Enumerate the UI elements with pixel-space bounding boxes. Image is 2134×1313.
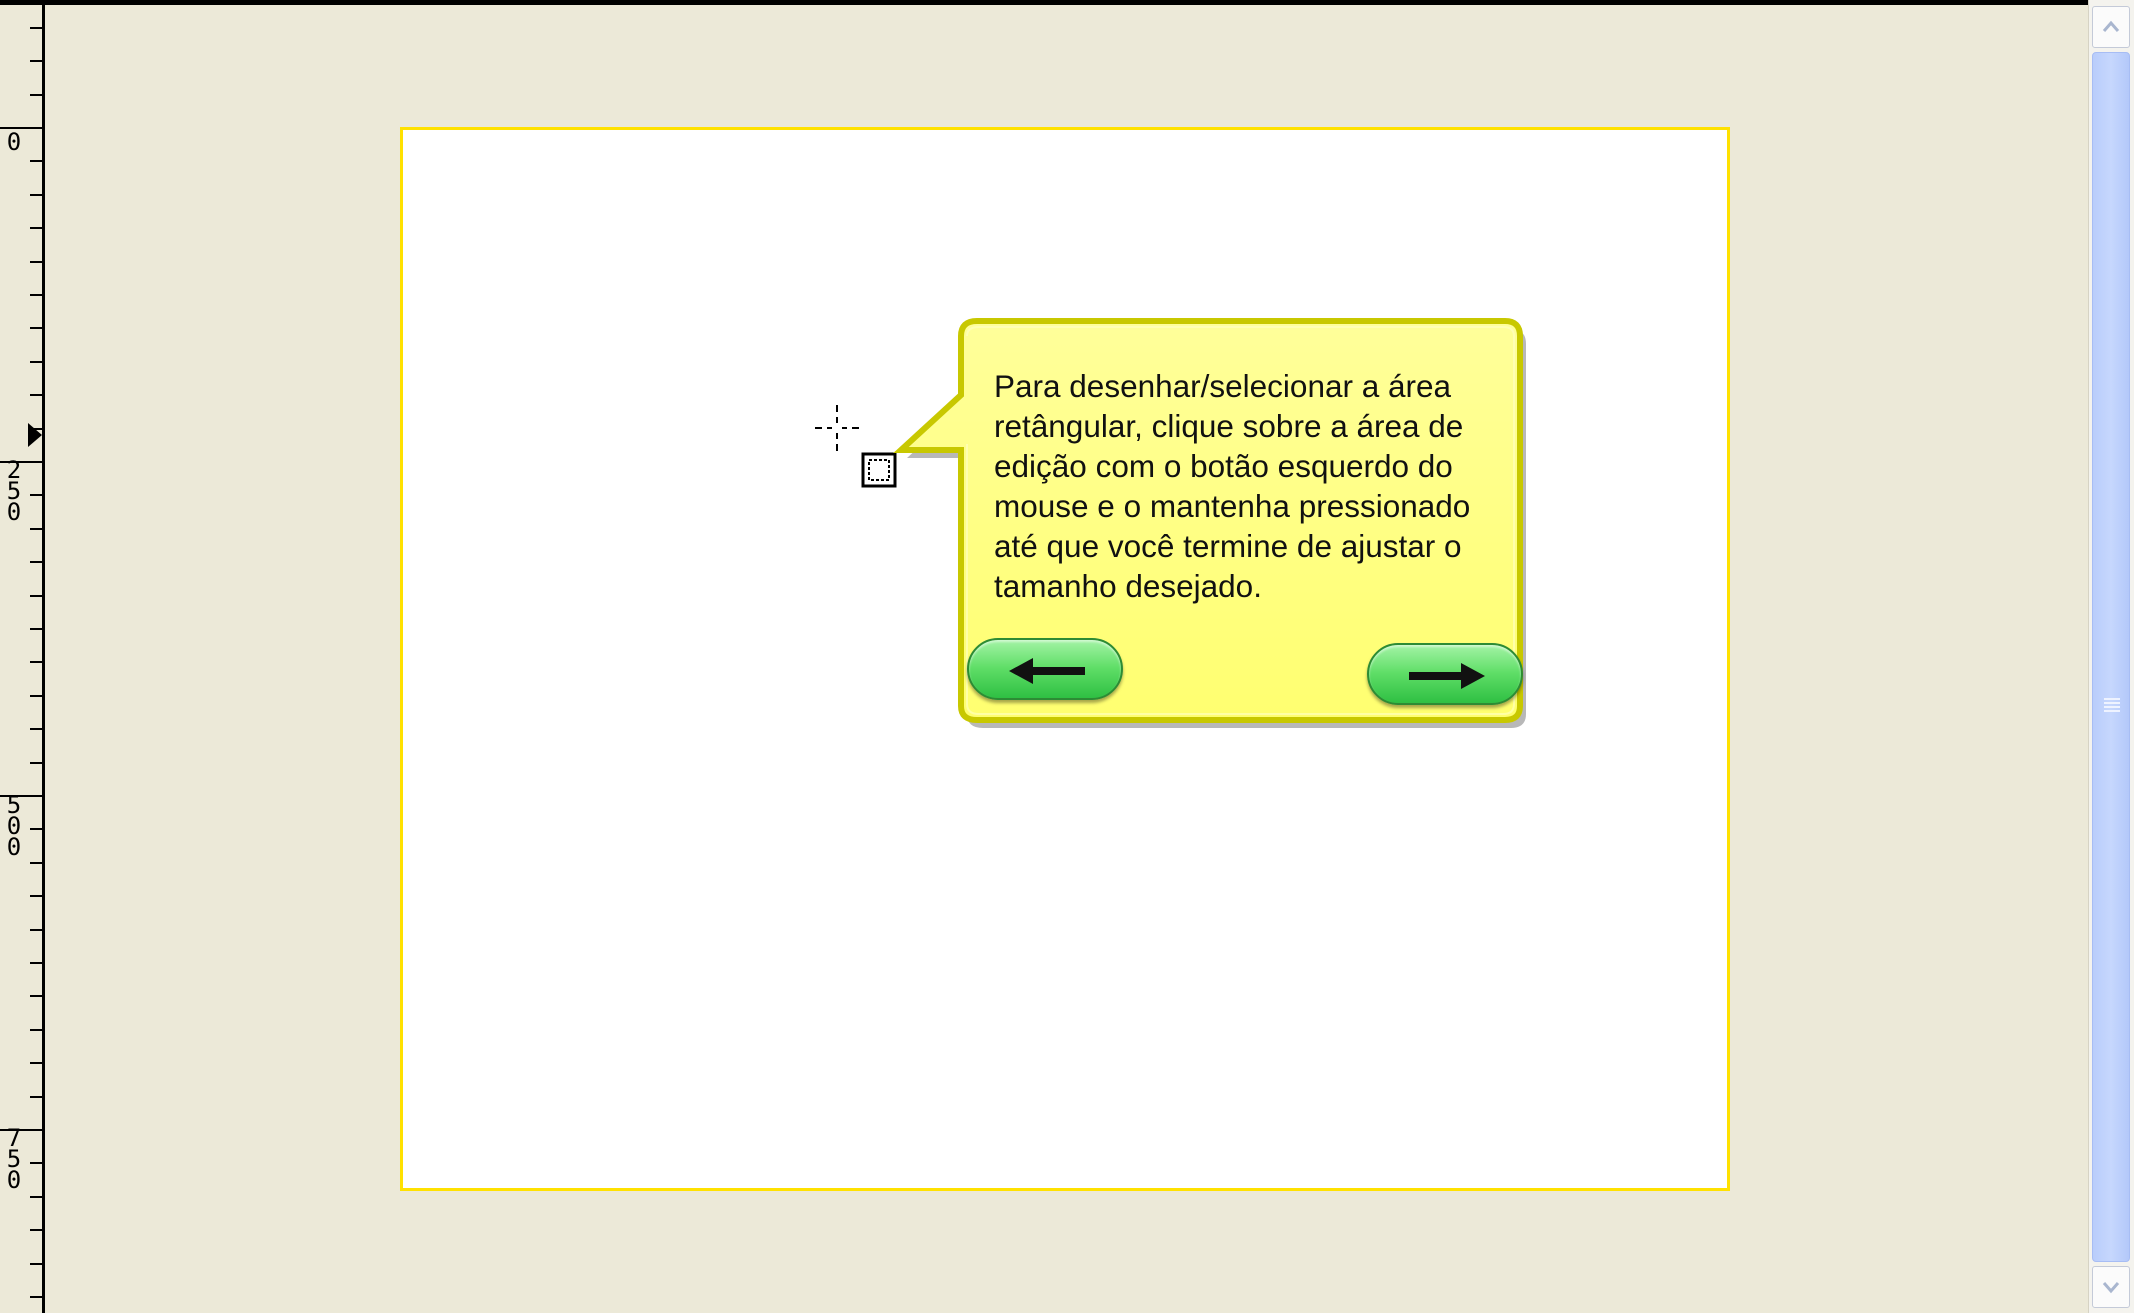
scroll-up-button[interactable] xyxy=(2092,6,2130,48)
ruler-tick xyxy=(30,1096,42,1098)
ruler-tick xyxy=(30,995,42,997)
ruler-tick xyxy=(30,561,42,563)
ruler-tick xyxy=(30,60,42,62)
ruler-tick xyxy=(30,828,42,830)
scroll-down-button[interactable] xyxy=(2092,1266,2130,1308)
previous-button[interactable] xyxy=(967,638,1123,700)
ruler-tick xyxy=(30,1062,42,1064)
ruler-tick xyxy=(30,160,42,162)
ruler-tick xyxy=(30,728,42,730)
ruler-tick xyxy=(30,661,42,663)
ruler-tick xyxy=(30,695,42,697)
ruler-tick xyxy=(30,194,42,196)
vertical-ruler: 0 2 5 0 5 0 0 7 5 0 xyxy=(0,5,45,1313)
ruler-tick xyxy=(30,1029,42,1031)
ruler-tick xyxy=(30,1196,42,1198)
ruler-tick xyxy=(30,1162,42,1164)
ruler-tick xyxy=(30,261,42,263)
ruler-position-marker xyxy=(28,423,42,447)
ruler-tick xyxy=(30,394,42,396)
grip-icon xyxy=(2104,698,2120,712)
ruler-label-250: 2 5 0 xyxy=(6,456,22,526)
ruler-tick xyxy=(30,895,42,897)
ruler-tick xyxy=(30,862,42,864)
crosshair-cursor-icon xyxy=(815,405,859,451)
ruler-tick xyxy=(30,1263,42,1265)
arrow-left-icon xyxy=(1009,658,1085,684)
ruler-tick xyxy=(30,361,42,363)
ruler-tick xyxy=(30,1229,42,1231)
tooltip-instruction-text: Para desenhar/selecionar a área retângul… xyxy=(994,368,1471,604)
ruler-label-0: 0 xyxy=(6,128,22,156)
ruler-tick xyxy=(30,27,42,29)
ruler-tick xyxy=(30,294,42,296)
ruler-tick xyxy=(30,595,42,597)
workspace-top-border xyxy=(0,0,2088,5)
ruler-tick xyxy=(30,94,42,96)
ruler-tick xyxy=(30,628,42,630)
ruler-tick xyxy=(30,227,42,229)
ruler-tick xyxy=(30,762,42,764)
ruler-tick xyxy=(30,1296,42,1298)
ruler-tick xyxy=(30,528,42,530)
chevron-up-icon xyxy=(2102,20,2120,32)
ruler-label-500: 5 0 0 xyxy=(6,791,22,861)
arrow-right-icon xyxy=(1409,663,1485,689)
chevron-down-icon xyxy=(2102,1282,2120,1294)
ruler-tick xyxy=(30,929,42,931)
ruler-tick xyxy=(30,327,42,329)
next-button[interactable] xyxy=(1367,643,1523,705)
ruler-tick xyxy=(30,494,42,496)
vertical-scrollbar[interactable] xyxy=(2088,0,2134,1313)
ruler-tick xyxy=(30,962,42,964)
ruler-label-750: 7 5 0 xyxy=(6,1124,22,1194)
scrollbar-thumb[interactable] xyxy=(2092,52,2130,1262)
